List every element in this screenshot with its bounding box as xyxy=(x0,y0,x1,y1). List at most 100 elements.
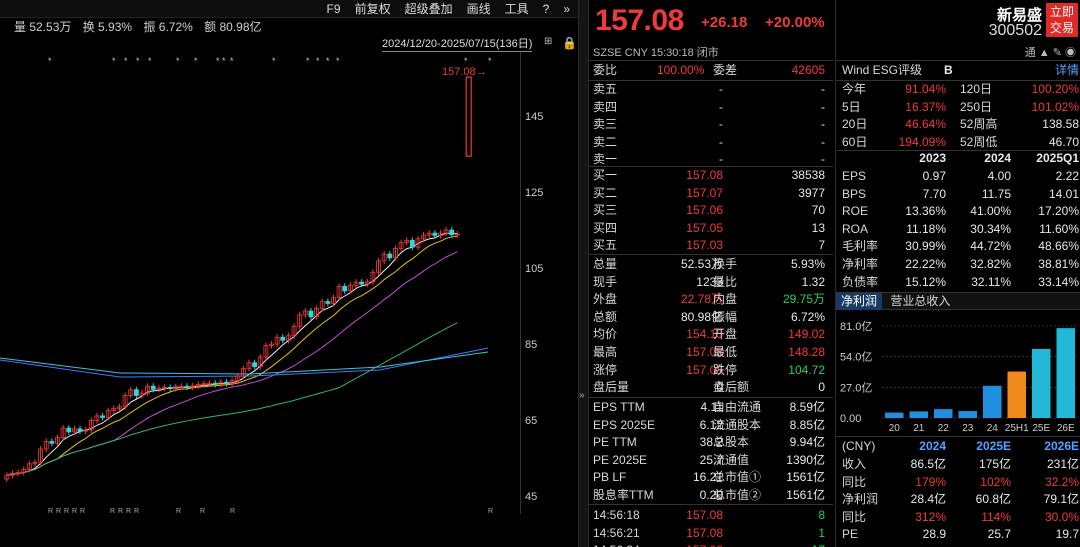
event-marker: * xyxy=(488,56,492,66)
candle-body xyxy=(409,239,415,248)
y-tick-label: 85 xyxy=(525,339,538,351)
chart-tabs: 净利润 营业总收入 xyxy=(836,292,1080,310)
r-marker: R xyxy=(200,508,205,514)
draw-line-button[interactable]: 画线 xyxy=(465,0,493,18)
y-tick-label: 45 xyxy=(525,491,538,503)
event-marker: * xyxy=(216,56,220,66)
event-marker: * xyxy=(194,56,198,66)
event-marker: * xyxy=(336,56,340,66)
bar-x-label: 25E xyxy=(1032,423,1050,434)
candle-body xyxy=(325,301,331,304)
lock-icon[interactable]: 🔒 xyxy=(562,36,577,50)
candle-body xyxy=(280,336,286,341)
event-marker: * xyxy=(464,56,468,66)
trade-now-button[interactable]: 立即 交易 xyxy=(1046,3,1078,37)
chevron-right-icon[interactable]: » xyxy=(561,0,572,18)
event-marker: * xyxy=(230,56,234,66)
date-range[interactable]: 2024/12/20-2025/07/15(136日) xyxy=(382,37,533,52)
bar-x-label: 22 xyxy=(938,423,950,434)
bar-y-tick: 0.00 xyxy=(840,413,861,425)
tick-row: 14:56:18 157.08 8 xyxy=(593,508,825,522)
bar-25E xyxy=(1032,348,1051,418)
forecast-row: 同比 312% 114% 30.0% xyxy=(842,509,1079,524)
forecast-row: 同比 179% 102% 32.2% xyxy=(842,474,1079,489)
y-tick-label: 105 xyxy=(525,263,544,275)
last-price-label: 157.08 xyxy=(442,66,476,78)
tab-net-profit[interactable]: 净利润 xyxy=(836,293,883,310)
kline-panel[interactable]: F9 前复权 超级叠加 画线 工具 ? » 量 52.53万 换 5.93% 振… xyxy=(0,0,578,547)
ma-line xyxy=(6,251,458,476)
bar-21 xyxy=(909,411,928,418)
r-marker: R xyxy=(134,508,139,514)
performance-row: 5日 16.37% 250日 101.02% xyxy=(842,99,1079,114)
bar-24 xyxy=(983,385,1002,418)
fuquan-button[interactable]: 前复权 xyxy=(353,0,393,18)
order-level-row: 卖五 - - xyxy=(593,82,825,96)
valuation-row: PB LF 16.21 总市值① 1561亿 xyxy=(593,470,825,485)
event-marker: * xyxy=(176,56,180,66)
candlestick-chart[interactable]: * * * * * * * * * * * * * * * * * RRRRRRRRRRRRR xyxy=(0,52,520,514)
event-marker: * xyxy=(48,56,52,66)
amount-stat: 额 80.98亿 xyxy=(204,20,262,34)
candle-body xyxy=(252,362,258,367)
event-marker: * xyxy=(222,56,226,66)
candle-body xyxy=(387,253,393,259)
event-marker: * xyxy=(112,56,116,66)
price-axis: 145 125 105 85 65 45 xyxy=(520,52,578,514)
event-marker: * xyxy=(316,56,320,66)
metrics-header: 2023 2024 2025Q1 xyxy=(919,151,1079,165)
help-icon[interactable]: ? xyxy=(541,0,552,18)
tick-row: 14:56:24157.0817 xyxy=(589,542,829,547)
tick-row: 14:56:21 157.08 1 xyxy=(593,525,825,540)
valuation-row: EPS TTM 4.11 自由流通 8.59亿 xyxy=(593,400,825,414)
tab-revenue[interactable]: 营业总收入 xyxy=(885,293,955,310)
overlay-button[interactable]: 超级叠加 xyxy=(403,0,455,18)
price-change-pct: +20.00% xyxy=(765,14,825,31)
detail-row: 最高 157.08 最低 148.28 xyxy=(593,345,825,359)
r-marker: R xyxy=(176,508,181,514)
chart-toolbar: F9 前复权 超级叠加 画线 工具 ? » xyxy=(325,0,572,18)
event-marker: * xyxy=(148,56,152,66)
forecast-row: 收入 86.5亿 175亿 231亿 xyxy=(842,457,1079,471)
detail-row: 外盘 22.78万 内盘 29.75万 xyxy=(593,292,825,307)
valuation-row: 股息率TTM 0.20 总市值② 1561亿 xyxy=(593,488,825,502)
export-icon[interactable]: ⊞ xyxy=(544,36,552,47)
candle-body xyxy=(77,428,83,432)
metric-row: 净利率 22.22% 32.82% 38.81% xyxy=(842,257,1079,271)
esg-detail-link[interactable]: 详情 xyxy=(1055,62,1079,79)
turnover-stat: 换 5.93% xyxy=(82,20,133,34)
f9-button[interactable]: F9 xyxy=(325,0,343,18)
arrow-right-icon: → xyxy=(476,66,487,78)
bar-22 xyxy=(934,409,953,418)
volume-stat: 量 52.53万 xyxy=(14,20,72,34)
r-marker: R xyxy=(64,508,69,514)
quick-icons[interactable]: 通 ▲ ✎ ◉ xyxy=(1025,44,1076,60)
event-marker: * xyxy=(272,56,276,66)
candle-body xyxy=(184,385,190,388)
valuation-row: EPS 2025E 6.12 流通股本 8.85亿 xyxy=(593,417,825,432)
r-marker: R xyxy=(230,508,235,514)
chevron-right-icon[interactable]: » xyxy=(579,390,585,401)
collapse-handle[interactable]: » xyxy=(578,0,589,547)
candle-body xyxy=(342,285,348,292)
tools-button[interactable]: 工具 xyxy=(503,0,531,18)
bar-25H1 xyxy=(1007,371,1026,418)
r-marker: R xyxy=(110,508,115,514)
metric-row: ROA 11.18% 30.34% 11.60% xyxy=(842,221,1079,236)
candle-body xyxy=(167,387,173,389)
order-level-row: 卖四 - - xyxy=(593,99,825,114)
market-meta: SZSE CNY 15:30:18 闭市 xyxy=(593,47,719,59)
bar-23 xyxy=(958,411,977,418)
performance-row: 20日 46.64% 52周高 138.58 xyxy=(842,117,1079,131)
metric-row: BPS 7.70 11.75 14.01 xyxy=(842,186,1079,201)
last-candle-body xyxy=(465,76,472,157)
candle-body xyxy=(133,389,139,396)
candles xyxy=(4,76,472,483)
r-marker: R xyxy=(126,508,131,514)
detail-row: 总额 80.98亿 振幅 6.72% xyxy=(593,309,825,324)
event-marker: * xyxy=(326,56,330,66)
ma-line xyxy=(6,235,458,476)
candle-body xyxy=(150,385,156,390)
candle-body xyxy=(432,232,438,236)
candle-body xyxy=(100,415,105,418)
